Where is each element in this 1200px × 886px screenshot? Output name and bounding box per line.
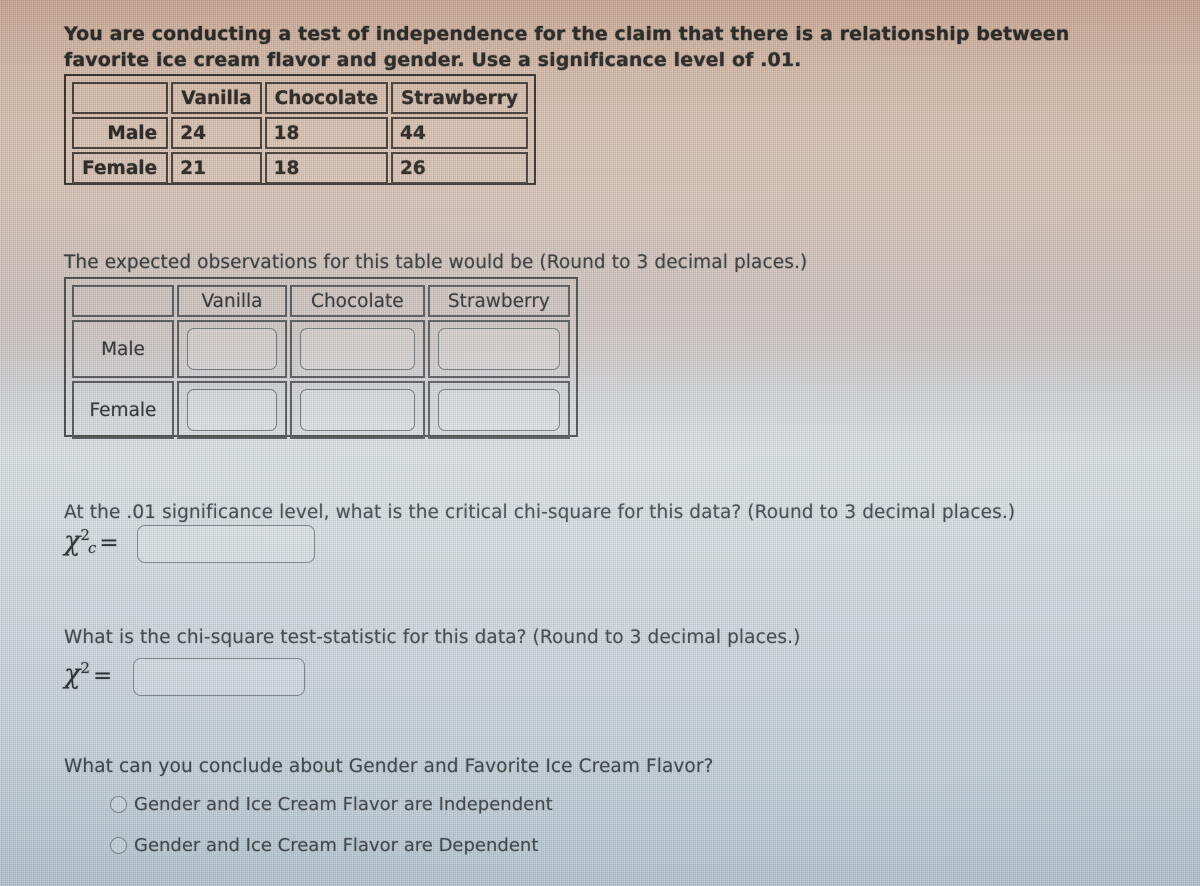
chi-exponent: 2	[80, 659, 90, 677]
equals-sign: =	[99, 530, 119, 556]
problem-intro-text: You are conducting a test of independenc…	[64, 23, 1077, 71]
table-header-row: Vanilla Chocolate Strawberry	[72, 285, 570, 317]
conclusion-option-independent[interactable]: Gender and Ice Cream Flavor are Independ…	[110, 794, 553, 815]
expected-cell-male-chocolate	[289, 320, 425, 378]
observed-column-header-chocolate: Chocolate	[264, 82, 389, 114]
observed-cell-female-chocolate: 18	[264, 152, 389, 184]
expected-input-male-chocolate[interactable]	[299, 328, 415, 370]
equals-sign: =	[93, 663, 113, 689]
critical-chi-square-symbol: χ2c =	[64, 526, 119, 557]
quiz-content: You are conducting a test of independenc…	[0, 0, 1200, 886]
critical-chi-square-input[interactable]	[137, 525, 315, 563]
expected-cell-female-chocolate	[289, 381, 425, 439]
chi-glyph: χ	[64, 526, 81, 557]
test-statistic-prompt: What is the chi-square test-statistic fo…	[64, 627, 801, 648]
expected-input-female-strawberry[interactable]	[437, 389, 560, 431]
observed-cell-male-strawberry: 44	[391, 117, 528, 149]
expected-cell-female-vanilla	[177, 381, 287, 439]
radio-button-icon[interactable]	[110, 837, 127, 854]
expected-input-male-strawberry[interactable]	[437, 328, 560, 370]
expected-column-header-strawberry: Strawberry	[427, 285, 570, 317]
observed-cell-male-vanilla: 24	[171, 117, 262, 149]
expected-row-label-female: Female	[72, 381, 174, 439]
conclusion-prompt: What can you conclude about Gender and F…	[64, 756, 714, 777]
expected-cell-male-strawberry	[427, 320, 570, 378]
conclusion-option-label: Gender and Ice Cream Flavor are Dependen…	[134, 835, 539, 856]
test-statistic-input[interactable]	[133, 658, 305, 696]
chi-glyph: χ	[64, 659, 81, 690]
observed-cell-male-chocolate: 18	[264, 117, 389, 149]
table-row: Female	[72, 381, 570, 439]
expected-input-female-chocolate[interactable]	[299, 389, 415, 431]
table-row: Female 21 18 26	[72, 152, 528, 184]
table-row: Male 24 18 44	[72, 117, 528, 149]
expected-row-label-male: Male	[72, 320, 174, 378]
observed-column-header-vanilla: Vanilla	[171, 82, 262, 114]
conclusion-option-label: Gender and Ice Cream Flavor are Independ…	[134, 794, 553, 815]
observed-frequency-table: Vanilla Chocolate Strawberry Male 24 18 …	[64, 74, 536, 185]
observed-column-header-strawberry: Strawberry	[391, 82, 528, 114]
chi-subscript: c	[88, 538, 97, 557]
observed-cell-female-strawberry: 26	[391, 152, 528, 184]
table-row: Male	[72, 320, 570, 378]
observed-corner-cell	[72, 82, 169, 114]
expected-corner-cell	[72, 285, 174, 317]
observed-row-label-male: Male	[72, 117, 169, 149]
expected-column-header-vanilla: Vanilla	[177, 285, 287, 317]
observed-cell-female-vanilla: 21	[171, 152, 262, 184]
expected-frequency-table: Vanilla Chocolate Strawberry Male Female	[64, 277, 578, 439]
radio-button-icon[interactable]	[110, 796, 127, 813]
expected-observations-prompt: The expected observations for this table…	[64, 252, 808, 273]
observed-row-label-female: Female	[72, 152, 169, 184]
critical-chi-square-prompt: At the .01 significance level, what is t…	[64, 502, 1016, 523]
expected-cell-male-vanilla	[177, 320, 287, 378]
expected-input-female-vanilla[interactable]	[187, 389, 277, 431]
expected-column-header-chocolate: Chocolate	[289, 285, 425, 317]
table-header-row: Vanilla Chocolate Strawberry	[72, 82, 528, 114]
conclusion-option-dependent[interactable]: Gender and Ice Cream Flavor are Dependen…	[110, 835, 538, 856]
expected-cell-female-strawberry	[427, 381, 570, 439]
expected-input-male-vanilla[interactable]	[187, 328, 277, 370]
test-statistic-symbol: χ2 =	[64, 659, 113, 690]
